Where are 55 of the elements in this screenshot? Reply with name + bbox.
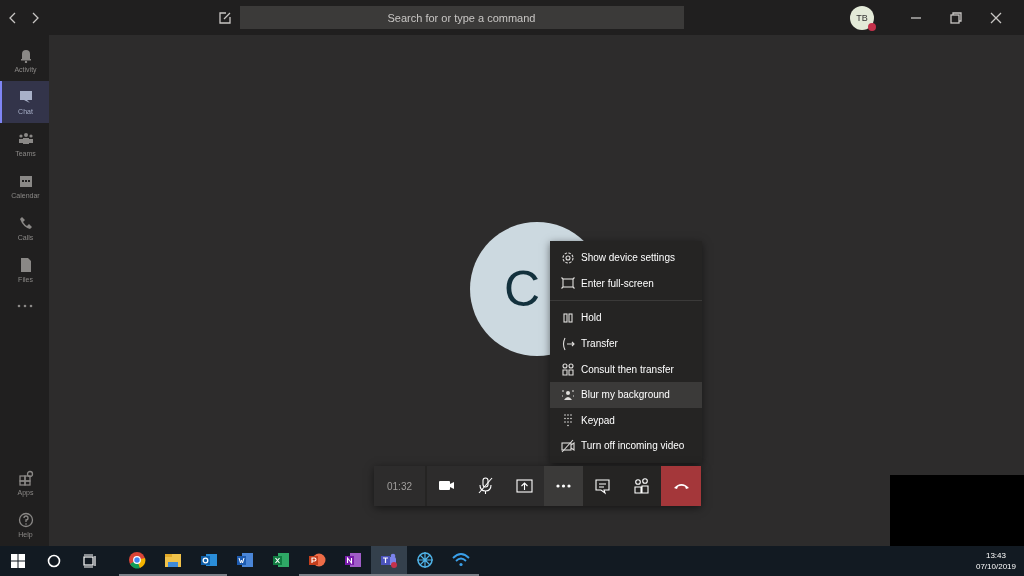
clock-time[interactable]: 13:43 [985, 550, 1006, 561]
calendar-icon [17, 173, 34, 189]
menu-item[interactable]: Blur my background [550, 381, 702, 408]
camera-slash-icon [561, 438, 575, 453]
hang-up-icon [673, 483, 689, 489]
task-view-icon[interactable] [83, 554, 97, 568]
search-icon[interactable] [47, 554, 61, 568]
menu-item[interactable]: Enter full-screen [550, 270, 702, 297]
call-timer: 01:32 [374, 466, 425, 506]
chat-icon [17, 89, 34, 105]
more-icon [556, 484, 571, 488]
fullscreen-icon [561, 276, 575, 291]
document-app-icon [236, 551, 254, 569]
gear-icon [561, 250, 575, 265]
clock-date[interactable]: 07/10/2019 [975, 561, 1016, 572]
share-screen-icon [516, 477, 533, 495]
menu-item[interactable]: Hold [550, 305, 702, 331]
windows-start-icon[interactable] [11, 554, 25, 568]
pause-icon [561, 311, 575, 325]
menu-item[interactable]: Transfer [550, 330, 702, 357]
mic-off-icon [477, 477, 494, 495]
more-icon[interactable] [16, 303, 33, 309]
chat-app-icon [380, 551, 398, 569]
menu-item[interactable]: Show device settings [550, 245, 702, 271]
mail-app-icon [200, 551, 218, 569]
call-button[interactable] [622, 466, 661, 506]
chat-icon [594, 477, 611, 495]
spreadsheet-app-icon [272, 551, 290, 569]
person-blur-icon [561, 387, 575, 402]
people-icon [633, 477, 650, 495]
menu-item[interactable]: Keypad [550, 407, 702, 434]
globe-icon [416, 551, 434, 569]
restore-icon[interactable] [950, 11, 962, 24]
menu-item[interactable]: Consult then transfer [550, 356, 702, 382]
people-icon [17, 131, 34, 147]
search-field[interactable]: Search for or type a command [239, 6, 684, 29]
caller-initials: C [504, 260, 541, 318]
phone-icon [17, 215, 34, 231]
avatar[interactable]: TB [850, 5, 874, 30]
call-button[interactable] [583, 466, 622, 506]
phone-arrow-icon [561, 336, 575, 351]
people-icon [561, 362, 575, 377]
wifi-icon [452, 551, 470, 569]
call-button[interactable] [427, 466, 466, 506]
close-icon[interactable] [990, 11, 1002, 24]
help-icon [17, 512, 34, 528]
avatar-initials: TB [856, 12, 868, 23]
keypad-icon [561, 413, 575, 428]
slides-app-icon [308, 551, 326, 569]
compose-icon[interactable] [217, 10, 232, 25]
menu-item[interactable]: Turn off incoming video [550, 433, 702, 459]
apps-icon [17, 470, 34, 486]
notebook-app-icon [344, 551, 362, 569]
folder-icon [164, 551, 182, 569]
browser-icon [128, 551, 146, 569]
